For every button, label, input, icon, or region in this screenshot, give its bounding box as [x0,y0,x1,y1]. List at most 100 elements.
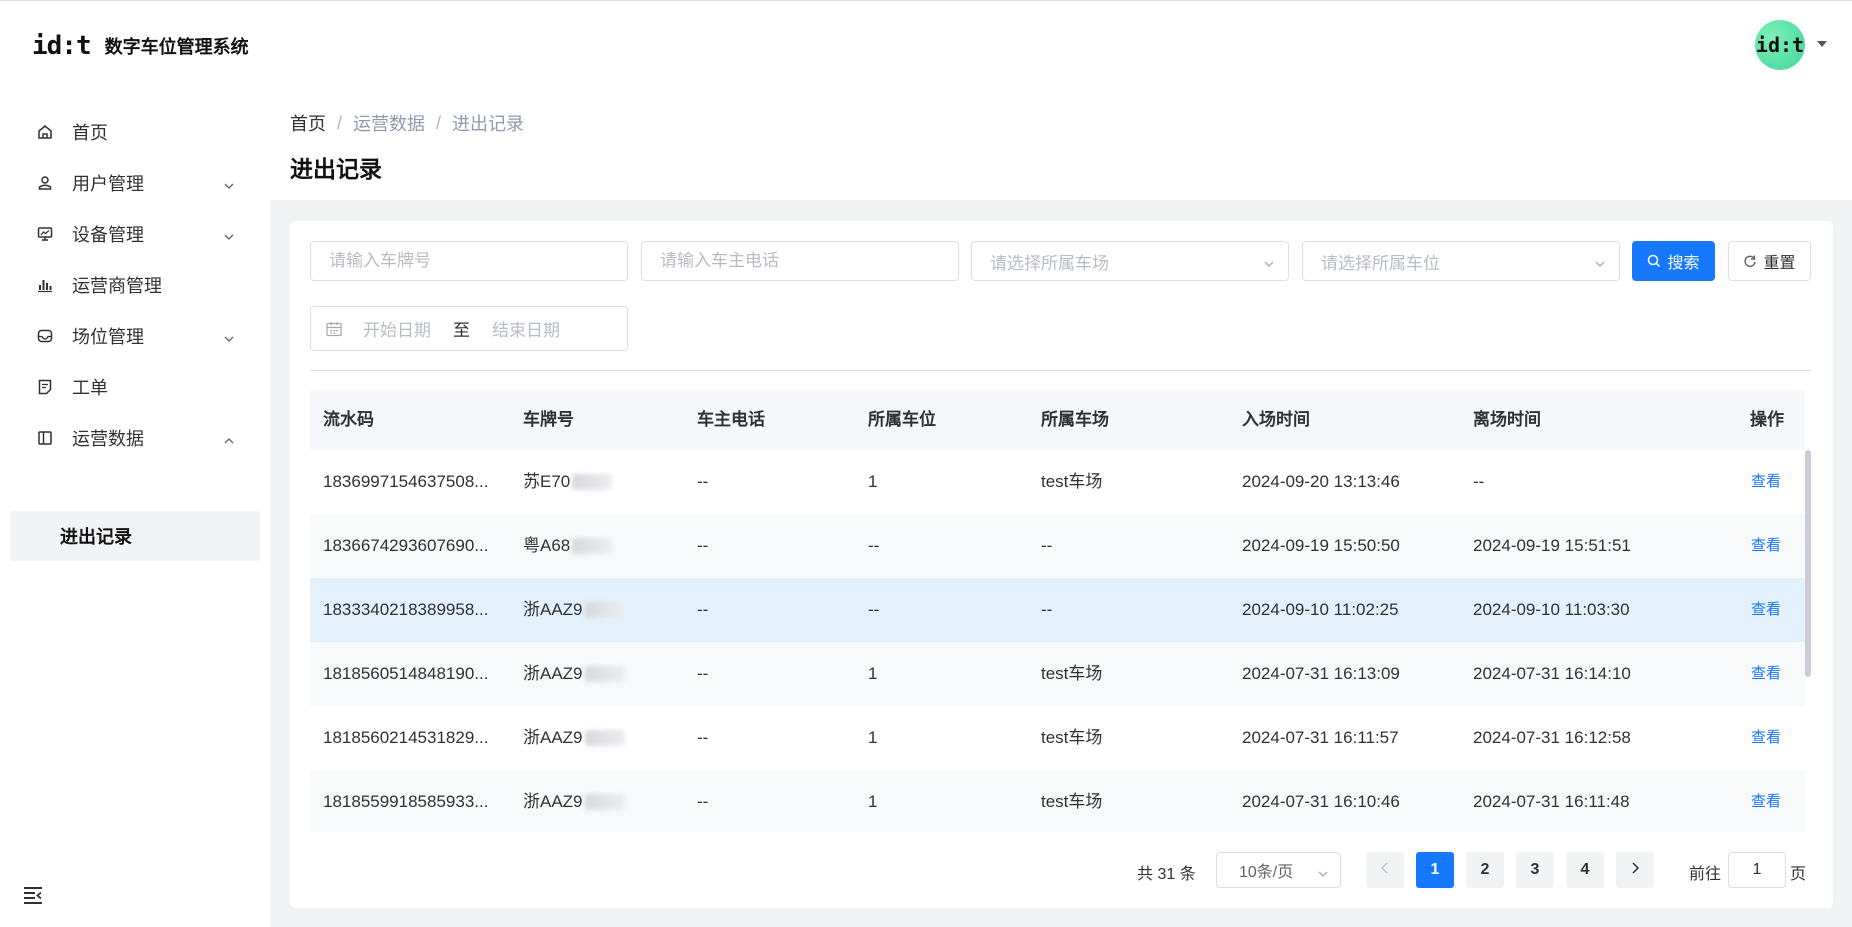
plate-number-input-field[interactable] [311,242,627,280]
redacted-mark [584,730,625,746]
sidebar-item-devices[interactable]: 设备管理 [10,208,260,260]
sidebar-item-label: 运营商管理 [72,276,162,296]
cell-out-time: 2024-07-31 16:14:10 [1473,664,1631,683]
column-header-action: 操作 [1750,410,1784,429]
page-button-1[interactable]: 1 [1416,852,1454,888]
view-link[interactable]: 查看 [1751,770,1781,832]
cell-serial: 1818560514848190... [323,664,489,683]
table-row[interactable]: 1833340218389958... 浙AAZ9 -- -- -- 2024-… [310,578,1805,642]
reset-button[interactable]: 重置 [1728,241,1811,281]
table-row[interactable]: 1836997154637508... 苏E70 -- 1 test车场 202… [310,450,1805,514]
page-size-select[interactable]: 10条/页 [1216,852,1341,888]
sidebar-subitem-access-records[interactable]: 进出记录 [10,511,260,561]
sidebar-item-spaces[interactable]: 场位管理 [10,310,260,362]
cell-plate: 苏E70 [523,450,613,514]
cell-out-time: 2024-09-19 15:51:51 [1473,536,1631,555]
plate-text: 粤A68 [523,536,571,555]
redacted-mark [584,666,625,682]
page-button-4[interactable]: 4 [1566,852,1604,888]
cell-in-time: 2024-07-31 16:10:46 [1242,792,1400,811]
column-header-space: 所属车位 [868,410,936,429]
end-date-placeholder[interactable]: 结束日期 [492,316,560,341]
view-link[interactable]: 查看 [1751,706,1781,770]
search-button-label: 搜索 [1667,255,1700,272]
column-header-lot: 所属车场 [1041,410,1109,429]
user-icon [36,174,54,192]
view-link[interactable]: 查看 [1751,514,1781,578]
sidebar-item-tickets[interactable]: 工单 [10,361,260,413]
prev-page-button[interactable] [1366,852,1404,888]
app-header: id:t 数字车位管理系统 id:t [0,1,1852,89]
home-icon [36,123,54,141]
plate-text: 苏E70 [523,472,571,491]
page-button-3[interactable]: 3 [1516,852,1554,888]
redacted-mark [584,602,625,618]
cell-plate: 浙AAZ9 [523,706,625,770]
table-row[interactable]: 1818560514848190... 浙AAZ9 -- 1 test车场 20… [310,642,1805,706]
search-icon [1647,254,1661,268]
sidebar-item-operators[interactable]: 运营商管理 [10,259,260,311]
panel-icon [36,429,54,447]
plate-text: 浙AAZ9 [523,792,583,811]
table-row[interactable]: 1818560214531829... 浙AAZ9 -- 1 test车场 20… [310,706,1805,770]
sidebar-item-users[interactable]: 用户管理 [10,157,260,209]
table-row[interactable]: 1836674293607690... 粤A68 -- -- -- 2024-0… [310,514,1805,578]
view-link[interactable]: 查看 [1751,450,1781,514]
view-link[interactable]: 查看 [1751,642,1781,706]
page-button-2[interactable]: 2 [1466,852,1504,888]
sidebar-item-label: 设备管理 [72,225,144,245]
breadcrumb-operation-data[interactable]: 运营数据 [353,110,425,136]
cell-phone: -- [697,792,709,811]
chevron-down-icon [1318,866,1328,877]
parking-space-select[interactable]: 请选择所属车位 [1302,241,1620,281]
cell-lot: test车场 [1041,792,1103,811]
refresh-icon [1743,254,1757,268]
app-title: 数字车位管理系统 [104,37,249,57]
plate-number-input[interactable] [310,241,628,281]
cell-space: -- [868,600,880,619]
collapse-menu-icon[interactable] [22,884,44,906]
cell-serial: 1836997154637508... [323,472,489,491]
table-header: 流水码 车牌号 车主电话 所属车位 所属车场 入场时间 离场时间 操作 [310,390,1805,450]
cell-in-time: 2024-09-20 13:13:46 [1242,472,1400,491]
column-header-plate: 车牌号 [523,410,574,429]
avatar[interactable]: id:t [1755,20,1805,70]
bar-chart-icon [36,276,54,294]
breadcrumb-separator: / [436,112,442,133]
sidebar-item-label: 首页 [72,123,108,143]
cell-space: 1 [868,792,878,811]
cell-in-time: 2024-09-19 15:50:50 [1242,536,1400,555]
view-link[interactable]: 查看 [1751,578,1781,642]
parking-lot-select[interactable]: 请选择所属车场 [971,241,1289,281]
date-range-picker[interactable]: 开始日期 至 结束日期 [310,306,628,351]
sidebar-item-home[interactable]: 首页 [10,106,260,158]
app-logo[interactable]: id:t 数字车位管理系统 [32,31,249,61]
plate-text: 浙AAZ9 [523,728,583,747]
cell-out-time: 2024-07-31 16:11:48 [1473,792,1630,811]
cell-out-time: 2024-09-10 11:03:30 [1473,600,1630,619]
search-button[interactable]: 搜索 [1632,241,1715,281]
next-page-button[interactable] [1616,852,1654,888]
owner-phone-input[interactable] [641,241,959,281]
goto-page-input[interactable]: 1 [1728,852,1786,888]
avatar-dropdown-icon[interactable] [1817,41,1827,47]
chevron-right-icon [1630,861,1640,879]
cell-space: -- [868,536,880,555]
table-row[interactable]: 1818559918585933... 浙AAZ9 -- 1 test车场 20… [310,770,1805,832]
calendar-icon [325,320,343,338]
start-date-placeholder[interactable]: 开始日期 [363,316,431,341]
chevron-down-icon [224,229,234,240]
cell-phone: -- [697,728,709,747]
cell-serial: 1818559918585933... [323,792,489,811]
owner-phone-input-field[interactable] [642,242,958,280]
chevron-left-icon [1380,861,1390,879]
cell-space: 1 [868,728,878,747]
cell-lot: -- [1041,536,1053,555]
table-scrollbar[interactable] [1805,450,1811,677]
document-icon [36,378,54,396]
plate-text: 浙AAZ9 [523,600,583,619]
sidebar-item-operation-data[interactable]: 运营数据 [10,412,260,464]
redacted-mark [572,538,613,554]
breadcrumb-home[interactable]: 首页 [290,110,326,136]
records-table: 流水码 车牌号 车主电话 所属车位 所属车场 入场时间 离场时间 操作 1836… [310,390,1805,832]
